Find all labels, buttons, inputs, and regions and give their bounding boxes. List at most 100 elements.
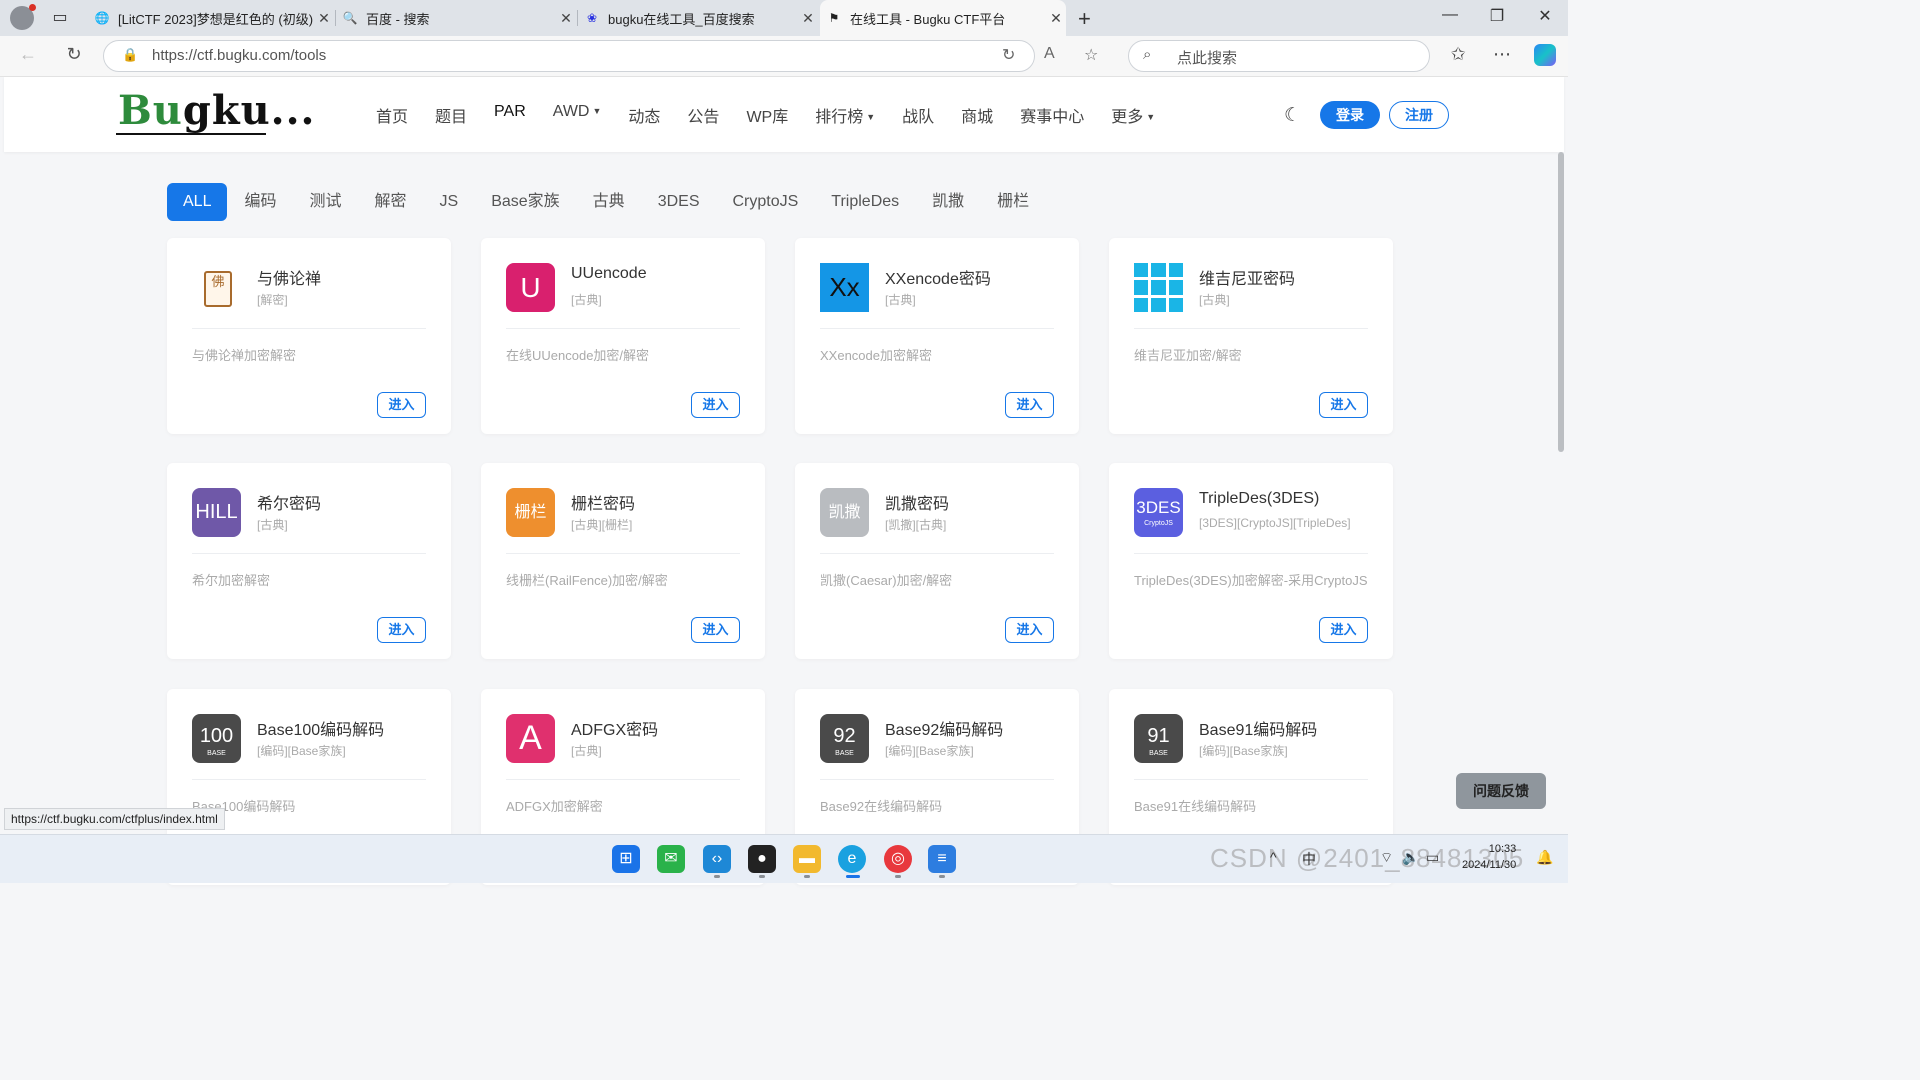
browser-tab-bugku-tools[interactable]: ⚑ 在线工具 - Bugku CTF平台 ✕ bbox=[820, 0, 1066, 36]
copilot-icon[interactable] bbox=[1534, 44, 1556, 66]
category-filter-bar: ALL 编码 测试 解密 JS Base家族 古典 3DES CryptoJS … bbox=[167, 183, 1062, 221]
nav-teams[interactable]: 战队 bbox=[902, 103, 934, 127]
profile-avatar[interactable] bbox=[10, 4, 36, 30]
url-text[interactable]: https://ctf.bugku.com/tools bbox=[152, 47, 326, 64]
nav-news[interactable]: 动态 bbox=[628, 103, 660, 127]
register-button[interactable]: 注册 bbox=[1389, 101, 1449, 129]
tab-title: bugku在线工具_百度搜索 bbox=[608, 11, 755, 27]
back-arrow-icon[interactable]: ← bbox=[16, 44, 40, 65]
enter-button[interactable]: 进入 bbox=[1005, 392, 1054, 418]
vigenere-grid-icon bbox=[1134, 263, 1183, 312]
filter-classical[interactable]: 古典 bbox=[593, 183, 625, 221]
nav-challenges[interactable]: 题目 bbox=[435, 103, 467, 127]
battery-icon[interactable]: ▭ bbox=[1426, 849, 1439, 866]
filter-cryptojs[interactable]: CryptoJS bbox=[732, 183, 798, 221]
netease-music-icon[interactable]: ◎ bbox=[884, 845, 912, 873]
nav-events[interactable]: 赛事中心 bbox=[1020, 103, 1084, 127]
filter-decrypt[interactable]: 解密 bbox=[375, 183, 407, 221]
filter-3des[interactable]: 3DES bbox=[658, 183, 700, 221]
xxencode-icon: Xx bbox=[820, 263, 869, 312]
close-icon[interactable]: ✕ bbox=[556, 10, 576, 27]
filter-railfence[interactable]: 栅栏 bbox=[997, 183, 1029, 221]
browser-search-box[interactable]: ⌕ 点此搜索 bbox=[1128, 40, 1430, 72]
nav-more-label: 更多 bbox=[1111, 109, 1144, 126]
address-bar[interactable]: 🔒 https://ctf.bugku.com/tools ↻ A ☆ bbox=[103, 40, 1098, 72]
minimize-button[interactable]: — bbox=[1435, 6, 1465, 24]
notepad-icon[interactable]: ≡ bbox=[928, 845, 956, 873]
chevron-up-icon[interactable]: ^ bbox=[1270, 849, 1277, 865]
lock-icon[interactable]: 🔒 bbox=[122, 47, 138, 63]
running-indicator bbox=[895, 875, 901, 878]
enter-button[interactable]: 进入 bbox=[691, 392, 740, 418]
card-divider bbox=[820, 328, 1054, 329]
close-icon[interactable]: ✕ bbox=[798, 10, 818, 27]
chevron-down-icon: ▼ bbox=[1146, 112, 1156, 122]
edge-browser-icon[interactable]: e bbox=[838, 845, 866, 873]
3des-icon: 3DES CryptoJS bbox=[1134, 488, 1183, 537]
enter-button[interactable]: 进入 bbox=[1319, 392, 1368, 418]
dark-mode-moon-icon[interactable]: ☾ bbox=[1284, 104, 1301, 127]
favorites-icon[interactable]: ✩ bbox=[1446, 44, 1470, 65]
volume-icon[interactable]: 🔈 bbox=[1402, 849, 1419, 866]
nav-wp-library[interactable]: WP库 bbox=[746, 103, 788, 127]
filter-js[interactable]: JS bbox=[440, 183, 459, 221]
wifi-icon[interactable]: ⌔ bbox=[1380, 849, 1393, 867]
filter-all[interactable]: ALL bbox=[167, 183, 228, 221]
filter-caesar[interactable]: 凯撒 bbox=[932, 183, 964, 221]
tool-tags: [凯撒][古典] bbox=[885, 518, 947, 532]
restore-button[interactable]: ❐ bbox=[1482, 6, 1512, 26]
file-explorer-icon[interactable]: ▬ bbox=[793, 845, 821, 873]
enter-button[interactable]: 进入 bbox=[377, 392, 426, 418]
vscode-icon[interactable]: ‹› bbox=[703, 845, 731, 873]
read-aloud-icon[interactable]: A bbox=[1044, 45, 1055, 63]
card-divider bbox=[1134, 328, 1368, 329]
more-menu-icon[interactable]: ⋯ bbox=[1490, 44, 1514, 65]
ime-indicator[interactable]: 中 bbox=[1302, 849, 1316, 869]
filter-tripledes[interactable]: TripleDes bbox=[831, 183, 899, 221]
close-icon[interactable]: ✕ bbox=[1046, 10, 1066, 27]
tab-title: 百度 - 搜索 bbox=[366, 11, 430, 27]
login-button[interactable]: 登录 bbox=[1320, 101, 1380, 129]
qq-penguin-icon[interactable]: ● bbox=[748, 845, 776, 873]
new-tab-button[interactable]: + bbox=[1078, 6, 1091, 32]
favorite-star-icon[interactable]: ☆ bbox=[1084, 45, 1098, 65]
nav-leaderboard[interactable]: 排行榜 ▼ bbox=[815, 103, 875, 127]
tab-title: [LitCTF 2023]梦想是红色的 (初级) bbox=[118, 11, 314, 27]
tool-title: Base100编码解码 bbox=[257, 722, 385, 739]
wechat-icon[interactable]: ✉ bbox=[657, 845, 685, 873]
nav-shop[interactable]: 商城 bbox=[961, 103, 993, 127]
enter-button[interactable]: 进入 bbox=[1005, 617, 1054, 643]
refresh-icon[interactable]: ↻ bbox=[62, 44, 86, 65]
enter-button[interactable]: 进入 bbox=[1319, 617, 1368, 643]
tool-card: 凯撒 凯撒密码 [凯撒][古典] 凯撒(Caesar)加密/解密 进入 bbox=[795, 463, 1079, 659]
bugku-logo[interactable]: Bugku... bbox=[118, 87, 315, 134]
tab-actions-icon[interactable]: ▭ bbox=[50, 8, 70, 28]
nav-announcements[interactable]: 公告 bbox=[687, 103, 719, 127]
system-clock[interactable]: 10:33 2024/11/30 bbox=[1462, 841, 1516, 873]
windows-start-icon[interactable]: ⊞ bbox=[612, 845, 640, 873]
baidu-paw-icon: ❀ bbox=[586, 11, 598, 25]
filter-test[interactable]: 测试 bbox=[309, 183, 341, 221]
base92-icon-text: 92 bbox=[833, 725, 856, 747]
close-icon[interactable]: ✕ bbox=[314, 10, 334, 27]
filter-base-family[interactable]: Base家族 bbox=[491, 183, 559, 221]
scrollbar-thumb[interactable] bbox=[1558, 152, 1564, 452]
nav-par[interactable]: PAR bbox=[494, 103, 526, 127]
browser-tab-litctf[interactable]: 🌐 [LitCTF 2023]梦想是红色的 (初级) ✕ bbox=[88, 0, 334, 36]
browser-tab-baidu-search[interactable]: 🔍 百度 - 搜索 ✕ bbox=[336, 0, 576, 36]
browser-tab-bugku-baidu[interactable]: ❀ bugku在线工具_百度搜索 ✕ bbox=[578, 0, 818, 36]
filter-encoding[interactable]: 编码 bbox=[244, 183, 276, 221]
nav-awd[interactable]: AWD ▼ bbox=[553, 103, 602, 127]
search-icon: 🔍 bbox=[342, 11, 358, 25]
nav-more[interactable]: 更多 ▼ bbox=[1111, 103, 1155, 127]
nav-home[interactable]: 首页 bbox=[376, 103, 408, 127]
notification-bell-icon[interactable]: 🔔 bbox=[1536, 849, 1553, 866]
translate-icon[interactable]: ↻ bbox=[1002, 45, 1015, 65]
feedback-button[interactable]: 问题反馈 bbox=[1456, 773, 1546, 809]
card-divider bbox=[192, 779, 426, 780]
close-window-button[interactable]: ✕ bbox=[1530, 6, 1560, 26]
enter-button[interactable]: 进入 bbox=[377, 617, 426, 643]
search-placeholder[interactable]: 点此搜索 bbox=[1177, 47, 1237, 68]
page-scrollbar[interactable] bbox=[1556, 152, 1566, 452]
enter-button[interactable]: 进入 bbox=[691, 617, 740, 643]
